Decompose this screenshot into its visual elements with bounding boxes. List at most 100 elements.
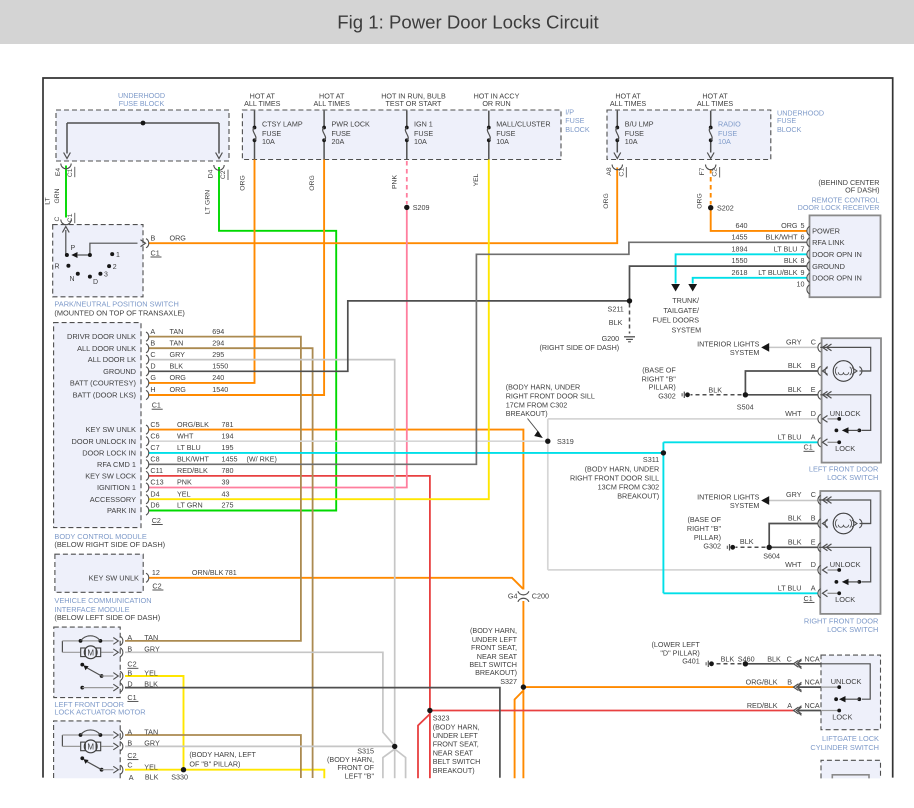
svg-text:BLK: BLK [784, 256, 798, 265]
svg-text:FUSE: FUSE [565, 116, 584, 125]
svg-text:ORG: ORG [240, 175, 247, 190]
svg-text:ORG/BLK: ORG/BLK [177, 420, 209, 429]
svg-text:PNK: PNK [392, 175, 399, 189]
svg-text:PNK: PNK [177, 478, 192, 487]
svg-text:LOCK SWITCH: LOCK SWITCH [827, 473, 878, 482]
svg-text:G: G [150, 373, 156, 382]
svg-text:C: C [127, 760, 132, 769]
svg-text:(BODY HARN,: (BODY HARN, [470, 626, 517, 635]
svg-text:FUSE BLOCK: FUSE BLOCK [119, 99, 165, 108]
svg-text:P: P [71, 245, 76, 252]
svg-text:BLOCK: BLOCK [565, 125, 590, 134]
svg-text:C2: C2 [152, 516, 161, 525]
svg-text:FRONT SEAT,: FRONT SEAT, [433, 740, 479, 749]
svg-text:M: M [87, 648, 94, 657]
svg-text:BLK: BLK [788, 361, 802, 370]
svg-text:WHT: WHT [177, 431, 194, 440]
svg-text:10A: 10A [718, 137, 731, 146]
svg-text:A: A [127, 633, 132, 642]
svg-text:LT BLU/BLK: LT BLU/BLK [758, 268, 797, 277]
svg-text:KEY SW UNLK: KEY SW UNLK [89, 573, 139, 582]
svg-text:NCA: NCA [805, 654, 820, 663]
svg-text:A: A [127, 727, 132, 736]
svg-text:VEHICLE COMMUNICATION: VEHICLE COMMUNICATION [54, 596, 151, 605]
svg-text:FRONT SEAT,: FRONT SEAT, [471, 643, 517, 652]
svg-text:781: 781 [225, 568, 237, 577]
svg-text:BLK: BLK [170, 362, 184, 371]
svg-text:TAN: TAN [170, 327, 184, 336]
svg-text:S330: S330 [171, 773, 188, 782]
svg-text:S209: S209 [413, 203, 430, 212]
svg-text:BLK/WHT: BLK/WHT [766, 232, 799, 241]
svg-text:UNDER LEFT: UNDER LEFT [433, 731, 479, 740]
svg-text:BLK: BLK [721, 654, 735, 663]
svg-text:S327: S327 [500, 677, 517, 686]
svg-text:1550: 1550 [212, 362, 228, 371]
svg-text:C1: C1 [67, 168, 74, 177]
svg-text:ALL TIMES: ALL TIMES [610, 99, 647, 108]
svg-text:PILLAR): PILLAR) [649, 383, 676, 392]
svg-text:GRY: GRY [144, 645, 160, 654]
svg-text:ORG: ORG [170, 373, 187, 382]
svg-text:NEAR SEAT: NEAR SEAT [433, 748, 474, 757]
svg-text:BELT SWITCH: BELT SWITCH [433, 757, 481, 766]
svg-text:POWER: POWER [812, 227, 840, 236]
svg-text:C8: C8 [150, 455, 159, 464]
svg-text:H: H [150, 385, 155, 394]
svg-text:9: 9 [801, 268, 805, 277]
svg-text:CYLINDER SWITCH: CYLINDER SWITCH [810, 743, 879, 752]
svg-text:S211: S211 [608, 304, 624, 313]
svg-text:(BODY HARN, UNDER: (BODY HARN, UNDER [506, 383, 581, 392]
svg-text:G302: G302 [703, 542, 721, 551]
svg-text:BREAKOUT): BREAKOUT) [433, 766, 475, 775]
svg-text:C: C [811, 337, 816, 346]
svg-text:GRY: GRY [144, 739, 160, 748]
svg-text:S323: S323 [433, 714, 450, 723]
svg-text:G4: G4 [508, 591, 518, 600]
svg-text:PWR LOCK: PWR LOCK [332, 120, 371, 129]
svg-text:BATT (DOOR LKS): BATT (DOOR LKS) [73, 391, 136, 400]
svg-text:C6: C6 [150, 431, 159, 440]
svg-text:LT: LT [45, 197, 52, 204]
svg-text:UNLOCK: UNLOCK [830, 560, 861, 569]
svg-text:6: 6 [801, 232, 805, 241]
svg-text:RFA LINK: RFA LINK [812, 238, 845, 247]
svg-text:LT BLU: LT BLU [774, 244, 798, 253]
svg-text:10A: 10A [625, 137, 638, 146]
svg-text:(BASE OF: (BASE OF [687, 515, 721, 524]
svg-text:780: 780 [222, 466, 234, 475]
svg-text:DOOR UNLOCK IN: DOOR UNLOCK IN [72, 437, 136, 446]
svg-text:OF "B" PILLAR): OF "B" PILLAR) [189, 759, 240, 768]
svg-text:C: C [150, 350, 155, 359]
svg-text:F7: F7 [699, 167, 706, 175]
svg-text:C: C [54, 216, 61, 221]
svg-text:SYSTEM: SYSTEM [730, 501, 760, 510]
svg-text:RIGHT FRONT DOOR SILL: RIGHT FRONT DOOR SILL [506, 392, 595, 401]
svg-text:TAILGATE/: TAILGATE/ [663, 306, 699, 315]
svg-text:TAN: TAN [170, 338, 184, 347]
svg-text:10A: 10A [496, 137, 509, 146]
svg-text:C5: C5 [150, 420, 159, 429]
svg-text:RFA CMD 1: RFA CMD 1 [97, 460, 136, 469]
svg-text:LEFT "B": LEFT "B" [345, 771, 375, 780]
svg-text:G401: G401 [682, 657, 700, 666]
svg-text:S202: S202 [717, 204, 734, 213]
svg-text:BLK: BLK [144, 680, 158, 689]
svg-text:194: 194 [222, 431, 234, 440]
svg-text:ORG: ORG [170, 234, 187, 243]
svg-text:B: B [151, 234, 156, 243]
svg-text:1455: 1455 [222, 455, 238, 464]
svg-text:(BELOW RIGHT SIDE OF DASH): (BELOW RIGHT SIDE OF DASH) [54, 540, 165, 549]
svg-text:C7: C7 [150, 443, 159, 452]
svg-text:781: 781 [222, 420, 234, 429]
svg-text:C1: C1 [618, 168, 625, 177]
svg-text:KEY SW UNLK: KEY SW UNLK [86, 425, 136, 434]
svg-text:D6: D6 [150, 501, 159, 510]
svg-text:2: 2 [113, 264, 117, 271]
svg-text:ORG: ORG [781, 221, 798, 230]
svg-text:BLOCK: BLOCK [777, 125, 802, 134]
svg-text:YEL: YEL [144, 762, 158, 771]
svg-text:BLK/WHT: BLK/WHT [177, 455, 210, 464]
svg-text:D: D [93, 279, 98, 286]
svg-text:LOCK: LOCK [835, 444, 855, 453]
